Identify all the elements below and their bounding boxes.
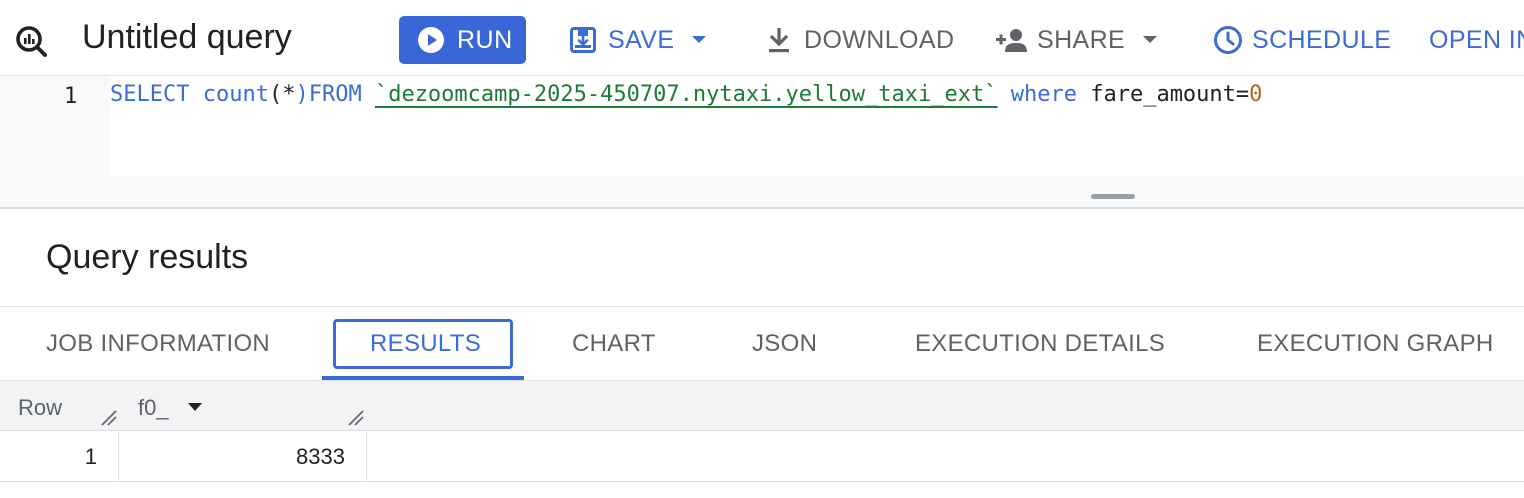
column-header-row: Row bbox=[18, 395, 63, 420]
table-reference[interactable]: `dezoomcamp-2025-450707.nytaxi.yellow_ta… bbox=[375, 82, 998, 107]
open-in-button[interactable]: OPEN IN bbox=[1429, 22, 1524, 58]
tab-execution-details[interactable]: EXECUTION DETAILS bbox=[915, 330, 1165, 358]
person-add-icon bbox=[996, 29, 1027, 52]
query-toolbar: Untitled query RUN SAVE DOWNLOAD SHARE S… bbox=[0, 0, 1524, 76]
keyword-select: SELECT bbox=[110, 82, 190, 107]
column-header-f0[interactable]: f0_ bbox=[138, 395, 169, 421]
keyword-from: )FROM bbox=[295, 82, 362, 107]
chevron-down-icon[interactable] bbox=[690, 34, 708, 46]
tab-job-information[interactable]: JOB INFORMATION bbox=[46, 330, 270, 358]
code-area[interactable]: SELECT count(*)FROM `dezoomcamp-2025-450… bbox=[110, 76, 1524, 176]
save-label: SAVE bbox=[608, 25, 675, 54]
download-icon bbox=[769, 28, 789, 53]
schedule-label: SCHEDULE bbox=[1252, 25, 1392, 54]
results-table-header: Row f0_ bbox=[0, 381, 1524, 431]
line-number: 1 bbox=[64, 84, 78, 109]
function-count: count bbox=[202, 82, 269, 107]
run-label: RUN bbox=[457, 26, 513, 54]
sort-caret-icon[interactable] bbox=[188, 403, 202, 411]
save-button[interactable]: SAVE bbox=[570, 22, 708, 58]
editor-resize-handle[interactable] bbox=[1091, 194, 1135, 199]
column-divider bbox=[366, 432, 367, 482]
divider bbox=[0, 306, 1524, 307]
results-heading: Query results bbox=[46, 238, 249, 276]
column-resize-icon[interactable] bbox=[347, 409, 365, 427]
table-row-border bbox=[0, 481, 1524, 482]
share-button[interactable]: SHARE bbox=[995, 22, 1159, 58]
bigquery-logo-icon bbox=[16, 26, 47, 57]
query-title[interactable]: Untitled query bbox=[82, 18, 292, 57]
keyword-where: where bbox=[1010, 82, 1077, 107]
table-cell-f0[interactable]: 8333 bbox=[120, 432, 345, 470]
number-literal: 0 bbox=[1249, 82, 1263, 107]
condition-token: fare_amount= bbox=[1090, 82, 1250, 107]
run-button[interactable]: RUN bbox=[399, 16, 526, 64]
sql-editor[interactable]: 1 SELECT count(*)FROM `dezoomcamp-2025-4… bbox=[0, 76, 1524, 209]
column-resize-icon[interactable] bbox=[100, 409, 118, 427]
share-label: SHARE bbox=[1037, 25, 1126, 54]
open-paren: ( bbox=[268, 82, 283, 107]
tab-chart[interactable]: CHART bbox=[572, 330, 656, 358]
download-label: DOWNLOAD bbox=[804, 25, 955, 54]
column-divider bbox=[118, 432, 119, 482]
play-circle-icon bbox=[418, 27, 444, 53]
code-line[interactable]: SELECT count(*)FROM `dezoomcamp-2025-450… bbox=[110, 82, 1262, 107]
clock-icon bbox=[1214, 26, 1242, 54]
schedule-button[interactable]: SCHEDULE bbox=[1213, 22, 1391, 58]
open-in-label: OPEN IN bbox=[1429, 25, 1524, 54]
chevron-down-icon[interactable] bbox=[1141, 34, 1159, 46]
tab-execution-graph[interactable]: EXECUTION GRAPH bbox=[1257, 330, 1494, 358]
download-button[interactable]: DOWNLOAD bbox=[766, 22, 954, 58]
table-cell-row-number: 1 bbox=[84, 444, 97, 469]
save-icon bbox=[570, 27, 596, 53]
tab-json[interactable]: JSON bbox=[752, 330, 817, 358]
star-token: * bbox=[282, 82, 296, 107]
tab-results[interactable]: RESULTS bbox=[370, 330, 481, 358]
